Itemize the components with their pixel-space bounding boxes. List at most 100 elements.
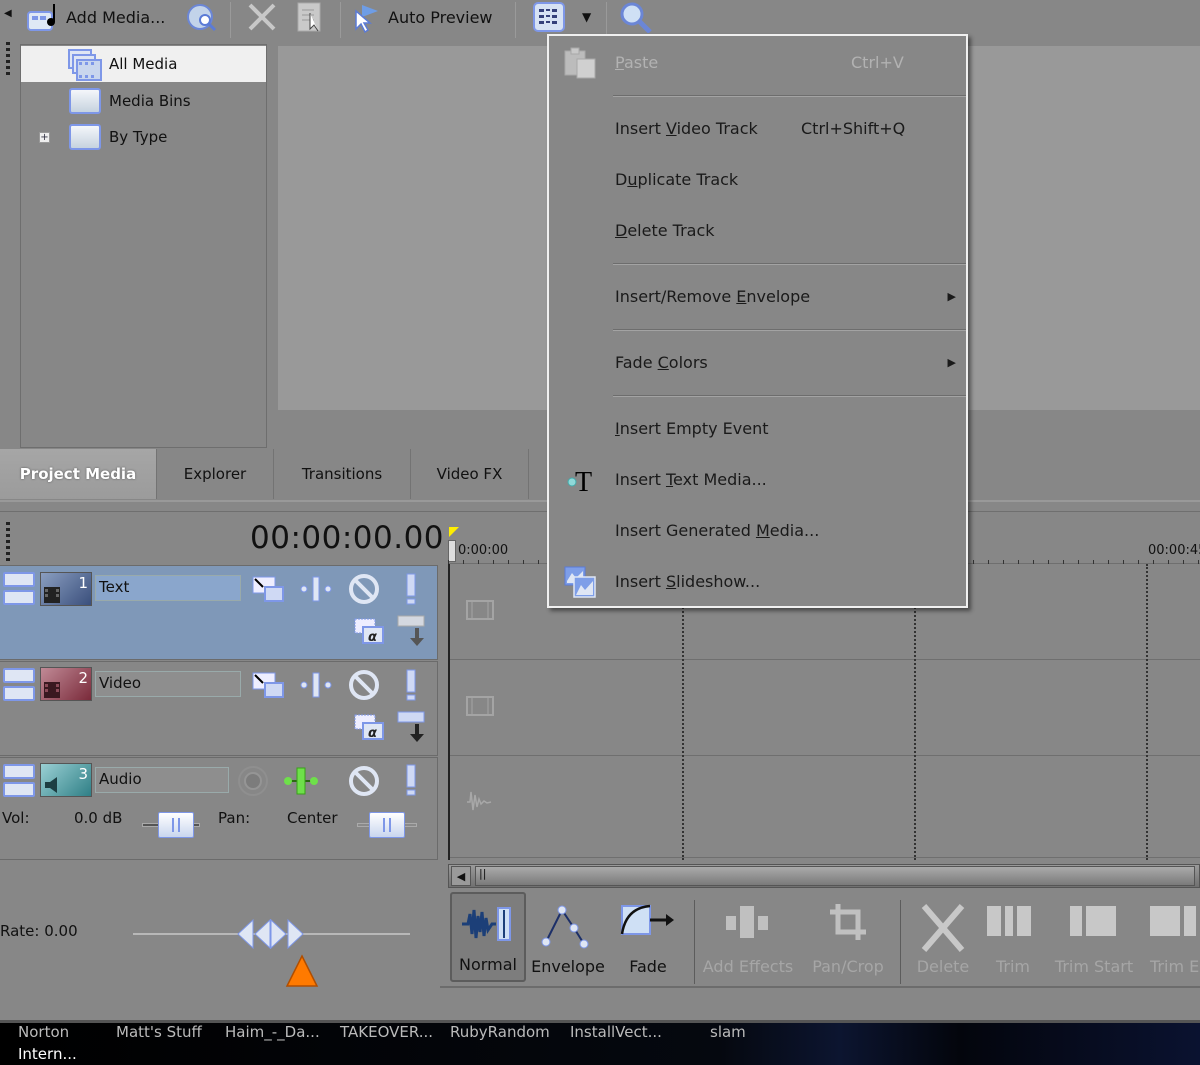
tool-pan-crop[interactable]: Pan/Crop (804, 892, 892, 982)
menu-item-duplicate-track[interactable]: Duplicate Track (549, 159, 966, 199)
mute-button[interactable] (346, 670, 382, 700)
track-list-grip[interactable] (6, 522, 10, 562)
track-expand-icon[interactable] (3, 572, 35, 606)
loop-region-marker-icon[interactable] (448, 526, 460, 538)
menu-item-insert-remove-envelope[interactable]: Insert/Remove Envelope ▶ (549, 276, 966, 316)
timeline-lane[interactable] (450, 660, 1200, 756)
track-motion-button[interactable] (250, 670, 286, 700)
compositing-mode-button[interactable]: α (352, 616, 386, 646)
menu-item-insert-text-media[interactable]: T Insert Text Media... (549, 459, 966, 499)
tree-item-by-type[interactable]: + By Type (21, 119, 266, 155)
tool-trim[interactable]: Trim (978, 892, 1048, 982)
remove-media-button[interactable] (246, 0, 278, 34)
toolbar-collapse-icon[interactable]: ◀ (4, 2, 12, 32)
tool-add-effects[interactable]: Add Effects (700, 892, 796, 982)
track-motion-button[interactable] (250, 574, 286, 604)
rate-reset-marker-icon[interactable] (285, 954, 319, 988)
track-thumbnail[interactable]: 1 (40, 572, 92, 606)
track-thumbnail[interactable]: 3 (40, 763, 92, 797)
arm-record-button[interactable] (236, 764, 270, 798)
tab-explorer[interactable]: Explorer (157, 449, 274, 499)
track-fx-icon (284, 767, 318, 795)
track-fx-button[interactable] (298, 574, 334, 604)
menu-item-insert-slideshow[interactable]: Insert Slideshow... (549, 561, 966, 601)
taskbar-item[interactable]: InstallVect... (570, 1023, 662, 1041)
mute-button[interactable] (346, 764, 382, 798)
track-header-text[interactable]: 1 Text α (0, 565, 438, 660)
search-media-button[interactable] (618, 0, 652, 34)
tool-normal[interactable]: Normal (450, 892, 526, 982)
tab-project-media[interactable]: Project Media (0, 449, 157, 499)
track-fx-button[interactable] (298, 670, 334, 700)
scroll-left-button[interactable]: ◀ (451, 866, 471, 886)
menu-item-fade-colors[interactable]: Fade Colors ▶ (549, 342, 966, 382)
tab-video-fx[interactable]: Video FX (411, 449, 529, 499)
menu-item-label: Insert Empty Event (615, 418, 769, 438)
make-compositing-child-button[interactable] (394, 710, 428, 744)
cursor-marker[interactable] (448, 540, 456, 562)
menu-item-paste[interactable]: Paste Ctrl+V (549, 42, 966, 82)
pan-slider-thumb[interactable] (369, 812, 405, 838)
taskbar-item[interactable]: Matt's Stuff (116, 1023, 202, 1041)
panel-grip-handle[interactable] (6, 42, 10, 78)
compositing-mode-button[interactable]: α (352, 712, 386, 742)
view-mode-button[interactable] (532, 0, 566, 34)
track-header-video[interactable]: 2 Video α (0, 661, 438, 756)
scroll-thumb[interactable]: || (475, 866, 1195, 886)
record-icon (238, 766, 268, 796)
media-properties-icon (297, 2, 321, 32)
tree-item-media-bins[interactable]: Media Bins (21, 83, 266, 119)
track-expand-icon[interactable] (3, 668, 35, 702)
mute-button[interactable] (346, 574, 382, 604)
track-expand-icon[interactable] (3, 764, 35, 798)
taskbar-item[interactable]: TAKEOVER... (340, 1023, 433, 1041)
view-mode-dropdown[interactable]: ▼ (582, 0, 591, 34)
taskbar: Norton Matt's Stuff Haim_-_Da... TAKEOVE… (0, 1020, 1200, 1065)
audio-waveform-icon (467, 791, 492, 811)
web-media-button[interactable] (186, 0, 218, 34)
taskbar-item[interactable]: RubyRandom (450, 1023, 550, 1041)
mute-icon (349, 670, 379, 700)
rate-slider-thumb[interactable] (236, 918, 306, 952)
timeline-area[interactable] (448, 564, 1200, 860)
track-name-field[interactable]: Audio (95, 767, 229, 793)
tool-trim-end[interactable]: Trim E (1140, 892, 1200, 982)
menu-item-label: Insert/Remove Envelope (615, 286, 811, 306)
make-compositing-child-button[interactable] (394, 614, 428, 648)
track-name-field[interactable]: Video (95, 671, 241, 697)
menu-item-insert-empty-event[interactable]: Insert Empty Event (549, 408, 966, 448)
taskbar-item[interactable]: Haim_-_Da... (225, 1023, 320, 1041)
tool-envelope[interactable]: Envelope (530, 892, 606, 982)
taskbar-item[interactable]: slam (710, 1023, 746, 1041)
menu-item-delete-track[interactable]: Delete Track (549, 210, 966, 250)
menu-item-insert-generated-media[interactable]: Insert Generated Media... (549, 510, 966, 550)
submenu-arrow-icon: ▶ (947, 355, 956, 369)
menu-item-label: Insert Slideshow... (615, 571, 761, 591)
taskbar-item[interactable]: Norton (18, 1023, 69, 1041)
media-tree: All Media Media Bins + By Type (20, 44, 267, 448)
tree-item-all-media[interactable]: All Media (21, 46, 266, 82)
folder-icon (69, 124, 101, 150)
compositing-alpha-icon: α (354, 618, 384, 645)
solo-button[interactable] (398, 763, 424, 797)
remove-icon (248, 3, 276, 31)
auto-preview-button[interactable]: Auto Preview (352, 0, 493, 34)
menu-item-insert-video-track[interactable]: Insert Video Track Ctrl+Shift+Q (549, 108, 966, 148)
timeline-horizontal-scrollbar[interactable]: ◀ || (448, 864, 1200, 888)
expand-icon[interactable]: + (39, 131, 50, 143)
solo-button[interactable] (398, 668, 424, 702)
tool-delete[interactable]: Delete (910, 892, 976, 982)
track-header-audio[interactable]: 3 Audio Vol: 0.0 dB Pan: Center (0, 757, 438, 860)
solo-button[interactable] (398, 572, 424, 606)
track-name-field[interactable]: Text (95, 575, 241, 601)
tab-transitions[interactable]: Transitions (274, 449, 411, 499)
volume-slider-thumb[interactable] (158, 812, 194, 838)
solo-icon (406, 669, 416, 701)
tool-trim-start[interactable]: Trim Start (1052, 892, 1136, 982)
track-thumbnail[interactable]: 2 (40, 667, 92, 701)
add-media-button[interactable]: Add Media... (26, 0, 165, 34)
timeline-lane[interactable] (450, 756, 1200, 858)
media-properties-button[interactable] (296, 0, 326, 34)
track-fx-button[interactable] (282, 764, 320, 798)
tool-fade[interactable]: Fade (610, 892, 686, 982)
